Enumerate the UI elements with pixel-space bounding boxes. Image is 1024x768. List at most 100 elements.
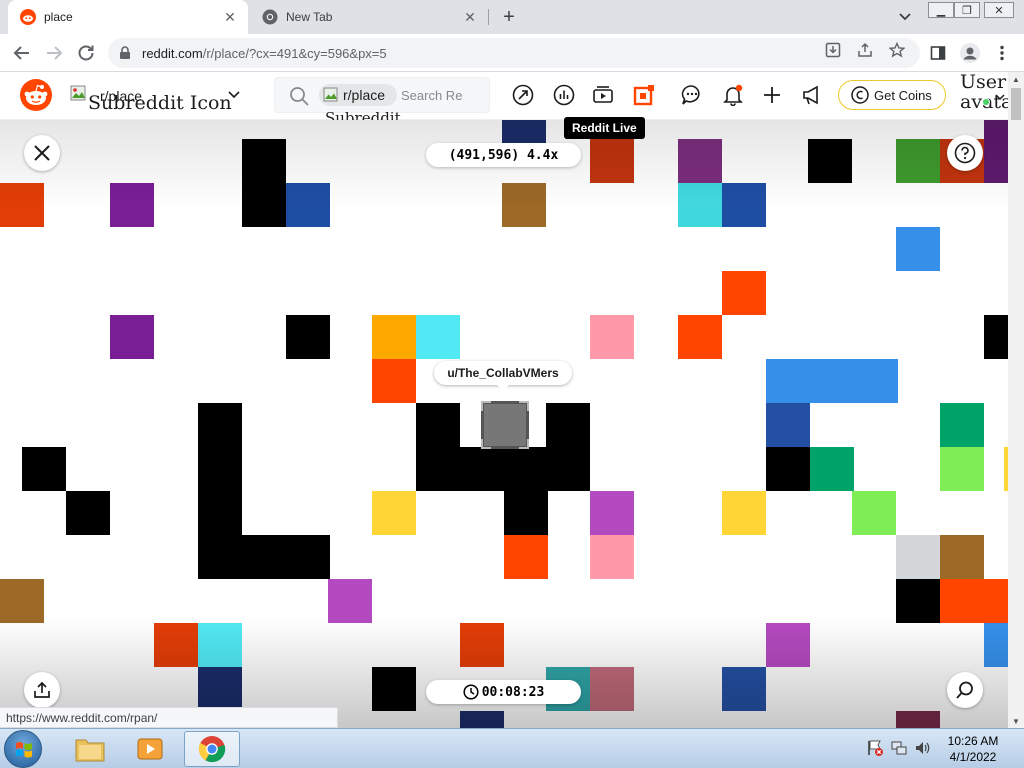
stats-chart-icon[interactable] (552, 83, 576, 107)
place-pixel[interactable] (854, 359, 898, 403)
place-pixel[interactable] (198, 447, 242, 491)
place-pixel[interactable] (722, 667, 766, 711)
place-pixel[interactable] (372, 491, 416, 535)
volume-icon[interactable] (914, 739, 932, 757)
place-pixel[interactable] (590, 667, 634, 711)
minimize-button[interactable]: ▁ (928, 2, 954, 18)
place-pixel[interactable] (722, 491, 766, 535)
place-pixel[interactable] (590, 315, 634, 359)
place-pixel[interactable] (372, 315, 416, 359)
place-pixel[interactable] (0, 183, 44, 227)
place-pixel[interactable] (372, 359, 416, 403)
place-pixel[interactable] (110, 315, 154, 359)
close-tab-icon[interactable]: ✕ (460, 7, 480, 27)
place-pixel[interactable] (460, 623, 504, 667)
tab-new-tab[interactable]: New Tab ✕ (250, 0, 488, 34)
close-canvas-button[interactable] (24, 135, 60, 171)
place-pixel[interactable] (198, 623, 242, 667)
place-pixel[interactable] (66, 491, 110, 535)
search-input[interactable]: Search Reddit (401, 88, 463, 103)
start-button[interactable] (4, 730, 42, 768)
place-pixel[interactable] (590, 491, 634, 535)
place-pixel[interactable] (766, 447, 810, 491)
scrollbar-thumb[interactable] (1011, 88, 1021, 120)
community-switcher[interactable]: r/place Subreddit Icon (68, 84, 254, 114)
place-pixel[interactable] (896, 139, 940, 183)
advertise-megaphone-icon[interactable] (800, 83, 824, 107)
place-pixel[interactable] (722, 271, 766, 315)
place-pixel[interactable] (984, 579, 1008, 623)
search-canvas-button[interactable] (947, 672, 983, 708)
help-button[interactable] (947, 135, 983, 171)
place-pixel[interactable] (502, 183, 546, 227)
reddit-logo-icon[interactable] (20, 79, 52, 111)
search-scope-chip[interactable]: r/place (319, 84, 397, 106)
place-pixel[interactable] (896, 535, 940, 579)
reload-icon[interactable] (74, 41, 98, 65)
place-pixel[interactable] (198, 667, 242, 711)
tab-place[interactable]: place ✕ (8, 0, 248, 34)
place-pixel[interactable] (722, 183, 766, 227)
place-pixel[interactable] (808, 139, 852, 183)
place-pixel[interactable] (940, 579, 984, 623)
close-tab-icon[interactable]: ✕ (220, 7, 240, 27)
place-pixel[interactable] (22, 447, 66, 491)
place-pixel[interactable] (198, 403, 242, 447)
address-bar[interactable]: reddit.com/r/place/?cx=491&cy=596&px=5 (108, 38, 920, 68)
chat-bubble-icon[interactable] (680, 83, 704, 107)
close-window-button[interactable]: ✕ (984, 2, 1014, 18)
place-canvas[interactable]: u/The_CollabVMers (491,596) 4.4x 00:08:2… (0, 120, 1008, 728)
place-pixel[interactable] (984, 139, 1008, 183)
taskbar-media-player[interactable] (122, 731, 178, 767)
place-pixel[interactable] (0, 579, 44, 623)
place-pixel[interactable] (198, 491, 242, 535)
taskbar-file-explorer[interactable] (62, 731, 118, 767)
place-pixel[interactable] (416, 447, 460, 491)
place-pixel[interactable] (198, 535, 242, 579)
place-pixel[interactable] (546, 447, 590, 491)
place-pixel[interactable] (678, 139, 722, 183)
place-pixel[interactable] (984, 623, 1008, 667)
place-pixel[interactable] (460, 711, 504, 728)
place-pixel[interactable] (416, 315, 460, 359)
kebab-menu-icon[interactable] (990, 41, 1014, 65)
share-button[interactable] (24, 672, 60, 708)
search-box[interactable]: r/place Subreddit Icon Search Reddit (274, 77, 490, 142)
place-pixel[interactable] (678, 183, 722, 227)
install-app-icon[interactable] (824, 41, 842, 59)
place-pixel[interactable] (460, 447, 504, 491)
side-panel-icon[interactable] (926, 41, 950, 65)
place-pixel[interactable] (154, 623, 198, 667)
place-pixel[interactable] (896, 227, 940, 271)
place-pixel[interactable] (286, 183, 330, 227)
coordinates-display[interactable]: (491,596) 4.4x (426, 143, 581, 167)
place-pixel[interactable] (504, 447, 548, 491)
place-pixel[interactable] (940, 403, 984, 447)
place-pixel[interactable] (810, 447, 854, 491)
place-pixel[interactable] (940, 535, 984, 579)
place-pixel[interactable] (286, 315, 330, 359)
restore-button[interactable]: ❐ (954, 2, 980, 18)
place-pixel[interactable] (242, 139, 286, 183)
taskbar-chrome[interactable] (184, 731, 240, 767)
place-pixel[interactable] (896, 711, 940, 728)
get-coins-button[interactable]: Get Coins (838, 80, 946, 110)
place-pixel[interactable] (896, 579, 940, 623)
network-icon[interactable] (890, 739, 908, 757)
place-pixel[interactable] (328, 579, 372, 623)
new-tab-button[interactable]: + (498, 6, 520, 28)
create-post-plus-icon[interactable] (760, 83, 784, 107)
place-pixel[interactable] (590, 139, 634, 183)
place-pixel[interactable] (766, 623, 810, 667)
place-pixel[interactable] (766, 359, 810, 403)
bookmark-star-icon[interactable] (888, 41, 906, 59)
place-pixel[interactable] (372, 667, 416, 711)
page-scrollbar[interactable]: ▲ ▼ (1008, 72, 1024, 728)
reddit-live-icon[interactable] (591, 83, 615, 107)
chevron-down-icon[interactable] (896, 8, 914, 26)
place-pixel[interactable] (504, 491, 548, 535)
place-pixel[interactable] (110, 183, 154, 227)
forward-arrow-icon[interactable] (42, 41, 66, 65)
rpan-icon[interactable] (632, 83, 656, 107)
place-pixel[interactable] (546, 403, 590, 447)
